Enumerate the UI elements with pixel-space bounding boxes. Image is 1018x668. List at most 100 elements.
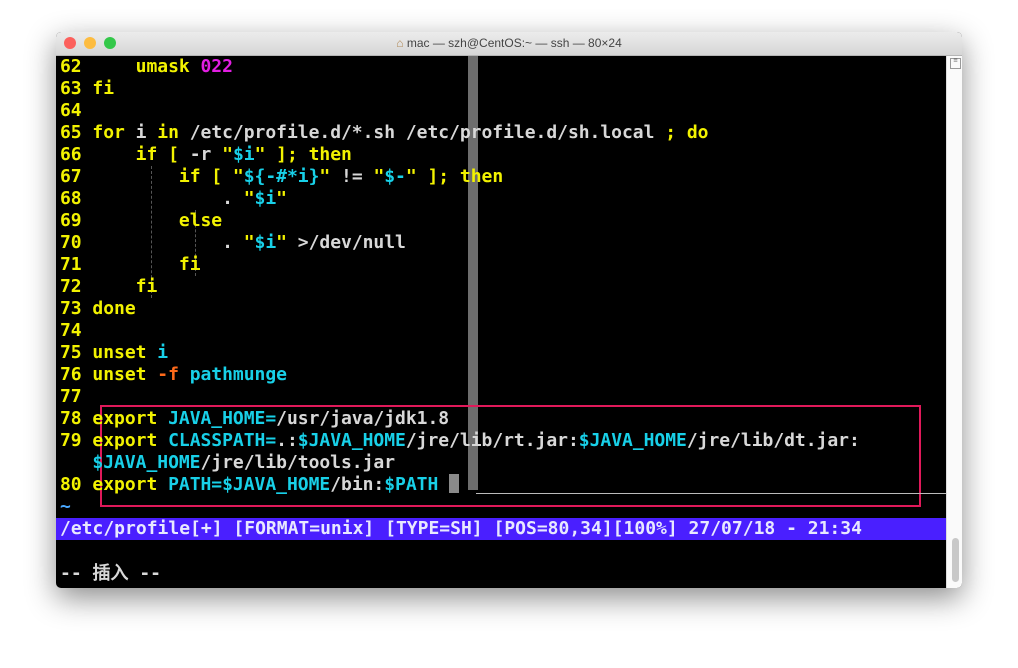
code-token: " [222, 144, 233, 165]
code-token: ; do [665, 122, 709, 143]
line-number: 74 [60, 320, 93, 341]
code-token: else [178, 210, 223, 231]
code-token: export [92, 430, 169, 451]
window-title: ⌂ mac — szh@CentOS:~ — ssh — 80×24 [56, 36, 962, 50]
line-number: 63 [60, 78, 93, 99]
code-line: 68 . "$i" [60, 188, 287, 210]
code-token: " [276, 232, 298, 253]
code-token: >/dev/null [297, 232, 406, 253]
code-token: . [92, 188, 244, 209]
code-token: .: [276, 430, 298, 451]
code-token: " ]; then [254, 144, 352, 165]
code-line: 66 if [ -r "$i" ]; then [60, 144, 352, 166]
window-title-text: mac — szh@CentOS:~ — ssh — 80×24 [406, 36, 622, 50]
code-token: " [243, 232, 255, 253]
code-token: " [243, 188, 255, 209]
code-token: $- [384, 166, 406, 187]
code-line: 73 done [60, 298, 136, 320]
code-token: $i [254, 232, 277, 253]
code-line: 76 unset -f pathmunge [60, 364, 287, 386]
code-line: 62 umask 022 [60, 56, 233, 78]
code-token: /jre/lib/rt.jar: [405, 430, 579, 451]
code-token: unset [92, 342, 158, 363]
line-number: 73 [60, 298, 93, 319]
code-token: unset [92, 364, 158, 385]
title-bar: ⌂ mac — szh@CentOS:~ — ssh — 80×24 [56, 32, 962, 56]
line-number: 72 [60, 276, 93, 297]
line-number: 75 [60, 342, 93, 363]
terminal-content[interactable]: /etc/profile[+] [FORMAT=unix] [TYPE=SH] … [56, 56, 946, 588]
code-line: 80 export PATH=$JAVA_HOME/bin:$PATH [60, 474, 460, 496]
code-line: 74 [60, 320, 92, 342]
code-token: " [276, 188, 287, 209]
code-token: /jre/lib/dt.jar: [686, 430, 860, 451]
line-number: 69 [60, 210, 93, 231]
code-token: if [ " [178, 166, 244, 187]
code-line: 77 [60, 386, 92, 408]
code-token: ${-#*i} [243, 166, 320, 187]
code-token: in [157, 122, 190, 143]
code-line: 69 else [60, 210, 222, 232]
code-token: fi [178, 254, 201, 275]
code-token: $PATH [384, 474, 439, 495]
line-number: 68 [60, 188, 93, 209]
code-line: 70 . "$i" >/dev/null [60, 232, 406, 254]
divider [476, 493, 946, 494]
code-token: done [92, 298, 136, 319]
line-number: 64 [60, 100, 93, 121]
code-token: export [92, 408, 169, 429]
scrollbar-thumb[interactable] [952, 538, 959, 582]
vim-mode-line: -- 插入 -- [60, 563, 162, 584]
home-icon: ⌂ [396, 36, 407, 50]
code-token: $JAVA_HOME [578, 430, 687, 451]
code-token: $i [254, 188, 277, 209]
code-token: " ]; then [405, 166, 504, 187]
code-token: . [92, 232, 244, 253]
code-token: pathmunge [189, 364, 287, 385]
code-token: /etc/profile.d/*.sh /etc/profile.d/sh.lo… [189, 122, 666, 143]
scrollbar[interactable]: ≡ [946, 56, 962, 588]
code-token: -r [189, 144, 223, 165]
code-line: $JAVA_HOME/jre/lib/tools.jar [60, 452, 395, 474]
code-token: if [ [135, 144, 190, 165]
code-token: /usr/java/jdk1.8 [276, 408, 450, 429]
code-token: $JAVA_HOME [92, 452, 201, 473]
line-number: 66 [60, 144, 93, 165]
scroll-menu-icon[interactable]: ≡ [950, 57, 961, 69]
code-token: /jre/lib/tools.jar [200, 452, 396, 473]
line-number: 67 [60, 166, 93, 187]
code-token: export [92, 474, 169, 495]
code-token: i [157, 342, 169, 363]
line-number: 77 [60, 386, 93, 407]
code-token: fi [135, 276, 158, 297]
text-cursor [449, 474, 460, 493]
code-token: " [319, 166, 342, 187]
line-number: 79 [60, 430, 93, 451]
code-token: /bin: [330, 474, 385, 495]
code-line: 64 [60, 100, 92, 122]
code-token: $i [232, 144, 255, 165]
terminal-window: ⌂ mac — szh@CentOS:~ — ssh — 80×24 /etc/… [56, 32, 962, 588]
code-token: " [373, 166, 385, 187]
code-token: $JAVA_HOME [222, 474, 331, 495]
code-line: 78 export JAVA_HOME=/usr/java/jdk1.8 [60, 408, 449, 430]
code-token: CLASSPATH= [168, 430, 277, 451]
code-line: 65 for i in /etc/profile.d/*.sh /etc/pro… [60, 122, 708, 144]
code-line: 63 fi [60, 78, 114, 100]
code-token: -f [157, 364, 190, 385]
code-line: ~ [60, 496, 71, 518]
code-line: 75 unset i [60, 342, 168, 364]
line-number: 62 [60, 56, 93, 77]
code-line: 71 fi [60, 254, 201, 276]
code-token: JAVA_HOME= [168, 408, 277, 429]
vim-status-line: /etc/profile[+] [FORMAT=unix] [TYPE=SH] … [56, 518, 946, 540]
code-token: 022 [200, 56, 233, 77]
code-line: 72 fi [60, 276, 157, 298]
